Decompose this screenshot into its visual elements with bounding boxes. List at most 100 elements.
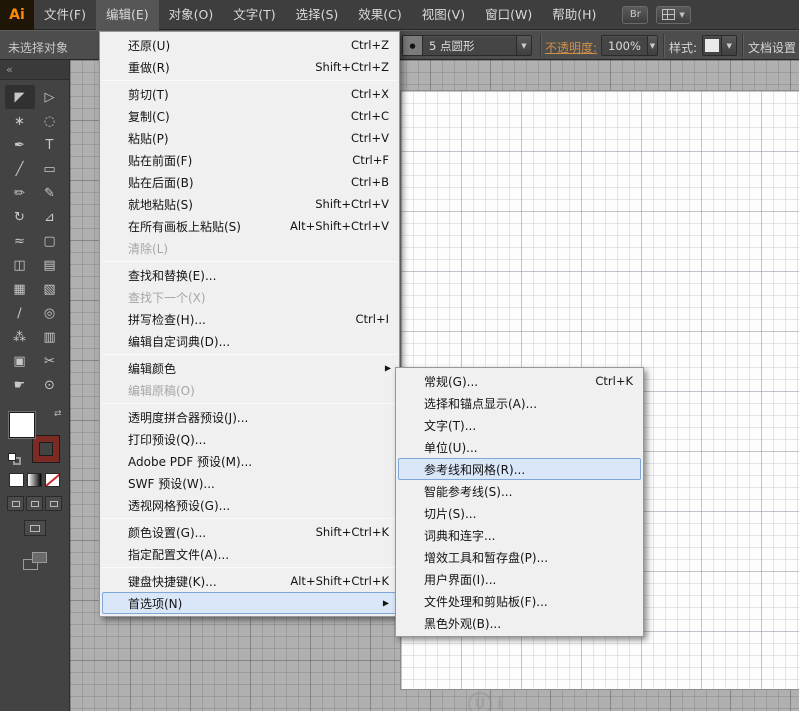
pref-type[interactable]: 文字(T)... bbox=[396, 414, 643, 436]
opacity-select[interactable]: 100% ▼ bbox=[601, 35, 658, 56]
none-button[interactable] bbox=[45, 473, 60, 487]
opacity-link[interactable]: 不透明度: bbox=[545, 39, 597, 56]
chevron-down-icon: ▼ bbox=[679, 11, 684, 19]
panel-collapse-button[interactable]: « bbox=[0, 60, 69, 80]
menubar-effect[interactable]: 效果(C) bbox=[348, 0, 411, 30]
menubar-select[interactable]: 选择(S) bbox=[286, 0, 349, 30]
pref-guides-grid[interactable]: 参考线和网格(R)... bbox=[398, 458, 641, 480]
menu-item-undo[interactable]: 还原(U)Ctrl+Z bbox=[100, 34, 399, 56]
type-tool[interactable]: T bbox=[35, 133, 65, 157]
pencil-tool[interactable]: ✎ bbox=[35, 181, 65, 205]
eyedropper-tool[interactable]: ∕ bbox=[5, 301, 35, 325]
menu-item-redo[interactable]: 重做(R)Shift+Ctrl+Z bbox=[100, 56, 399, 78]
menu-item-check-spelling[interactable]: 拼写检查(H)...Ctrl+I bbox=[100, 308, 399, 330]
change-screen-mode-icon[interactable] bbox=[23, 552, 47, 570]
brush-select[interactable]: ● 5 点圆形 ▼ bbox=[402, 35, 532, 56]
line-segment-tool[interactable]: ╱ bbox=[5, 157, 35, 181]
menu-item-keyboard-shortcuts[interactable]: 键盘快捷键(K)...Alt+Shift+Ctrl+K bbox=[100, 570, 399, 592]
symbol-sprayer-tool[interactable]: ⁂ bbox=[5, 325, 35, 349]
color-button[interactable] bbox=[9, 473, 24, 487]
opacity-value: 100% bbox=[602, 39, 647, 53]
free-transform-tool[interactable]: ▢ bbox=[35, 229, 65, 253]
menu-item-swf-presets[interactable]: SWF 预设(W)... bbox=[100, 472, 399, 494]
zoom-tool[interactable]: ⊙ bbox=[35, 373, 65, 397]
style-select[interactable]: ▼ bbox=[702, 35, 737, 56]
menubar-view[interactable]: 视图(V) bbox=[412, 0, 475, 30]
stroke-swatch[interactable] bbox=[33, 436, 59, 462]
column-graph-tool-icon: ▥ bbox=[43, 330, 55, 345]
menu-item-cut[interactable]: 剪切(T)Ctrl+X bbox=[100, 83, 399, 105]
perspective-grid-tool[interactable]: ▤ bbox=[35, 253, 65, 277]
direct-selection-tool[interactable]: ▷ bbox=[35, 85, 65, 109]
menu-item-find-and-replace[interactable]: 查找和替换(E)... bbox=[100, 264, 399, 286]
menubar-help[interactable]: 帮助(H) bbox=[542, 0, 606, 30]
menubar-edit[interactable]: 编辑(E) bbox=[96, 0, 159, 30]
menu-item-paste-on-all-artboards[interactable]: 在所有画板上粘贴(S)Alt+Shift+Ctrl+V bbox=[100, 215, 399, 237]
menu-item-color-settings[interactable]: 颜色设置(G)...Shift+Ctrl+K bbox=[100, 521, 399, 543]
artboard-tool[interactable]: ▣ bbox=[5, 349, 35, 373]
pref-units[interactable]: 单位(U)... bbox=[396, 436, 643, 458]
menu-item-paste-in-back[interactable]: 贴在后面(B)Ctrl+B bbox=[100, 171, 399, 193]
bridge-button[interactable]: Br bbox=[622, 6, 648, 24]
document-setup-button[interactable]: 文档设置 bbox=[748, 39, 799, 56]
menu-item-label: 透视网格预设(G)... bbox=[128, 497, 230, 514]
menu-item-edit-colors[interactable]: 编辑颜色▶ bbox=[100, 357, 399, 379]
menu-item-paste-in-place[interactable]: 就地粘贴(S)Shift+Ctrl+V bbox=[100, 193, 399, 215]
menu-item-copy[interactable]: 复制(C)Ctrl+C bbox=[100, 105, 399, 127]
magic-wand-tool[interactable]: ∗ bbox=[5, 109, 35, 133]
menubar-object[interactable]: 对象(O) bbox=[159, 0, 224, 30]
gradient-tool[interactable]: ▧ bbox=[35, 277, 65, 301]
pref-smart-guides[interactable]: 智能参考线(S)... bbox=[396, 480, 643, 502]
scale-tool[interactable]: ⊿ bbox=[35, 205, 65, 229]
pref-appearance-of-black[interactable]: 黑色外观(B)... bbox=[396, 612, 643, 634]
default-fill-icon[interactable] bbox=[8, 453, 16, 461]
slice-tool[interactable]: ✂ bbox=[35, 349, 65, 373]
menu-item-label: 键盘快捷键(K)... bbox=[128, 573, 217, 590]
menubar-type[interactable]: 文字(T) bbox=[223, 0, 285, 30]
mesh-tool[interactable]: ▦ bbox=[5, 277, 35, 301]
pref-dictionary-hyphenation[interactable]: 词典和连字... bbox=[396, 524, 643, 546]
hand-tool[interactable]: ☛ bbox=[5, 373, 35, 397]
rectangle-tool[interactable]: ▭ bbox=[35, 157, 65, 181]
menu-item-assign-profile[interactable]: 指定配置文件(A)... bbox=[100, 543, 399, 565]
pref-user-interface[interactable]: 用户界面(I)... bbox=[396, 568, 643, 590]
blend-tool[interactable]: ◎ bbox=[35, 301, 65, 325]
swap-fill-stroke-icon[interactable]: ⇄ bbox=[54, 409, 62, 419]
selection-tool[interactable]: ◤ bbox=[5, 85, 35, 109]
direct-selection-tool-icon: ▷ bbox=[45, 90, 55, 105]
lasso-tool[interactable]: ◌ bbox=[35, 109, 65, 133]
draw-inside-button[interactable] bbox=[45, 496, 62, 511]
menubar-file[interactable]: 文件(F) bbox=[34, 0, 96, 30]
pref-plugins-scratch-disks[interactable]: 增效工具和暂存盘(P)... bbox=[396, 546, 643, 568]
menu-item-transparency-flattener-presets[interactable]: 透明度拼合器预设(J)... bbox=[100, 406, 399, 428]
menu-item-adobe-pdf-presets[interactable]: Adobe PDF 预设(M)... bbox=[100, 450, 399, 472]
screen-mode-button[interactable] bbox=[24, 520, 46, 536]
gradient-button[interactable] bbox=[27, 473, 42, 487]
draw-behind-button[interactable] bbox=[26, 496, 43, 511]
menu-item-label: Adobe PDF 预设(M)... bbox=[128, 453, 252, 470]
menu-item-label: 查找下一个(X) bbox=[128, 289, 206, 306]
rotate-tool[interactable]: ↻ bbox=[5, 205, 35, 229]
menu-shortcut: Ctrl+V bbox=[329, 131, 389, 145]
menubar-window[interactable]: 窗口(W) bbox=[475, 0, 542, 30]
fill-swatch[interactable] bbox=[9, 412, 35, 438]
menu-item-edit-custom-dictionary[interactable]: 编辑自定词典(D)... bbox=[100, 330, 399, 352]
magic-wand-tool-icon: ∗ bbox=[14, 114, 25, 129]
pref-slices[interactable]: 切片(S)... bbox=[396, 502, 643, 524]
pen-tool[interactable]: ✒ bbox=[5, 133, 35, 157]
shape-builder-tool[interactable]: ◫ bbox=[5, 253, 35, 277]
pref-selection-anchor-display[interactable]: 选择和锚点显示(A)... bbox=[396, 392, 643, 414]
menu-item-paste[interactable]: 粘贴(P)Ctrl+V bbox=[100, 127, 399, 149]
menu-item-paste-in-front[interactable]: 贴在前面(F)Ctrl+F bbox=[100, 149, 399, 171]
menu-item-preferences[interactable]: 首选项(N)▶ bbox=[102, 592, 397, 614]
pref-general[interactable]: 常规(G)...Ctrl+K bbox=[396, 370, 643, 392]
menu-item-label: 文字(T)... bbox=[424, 417, 476, 434]
menu-item-perspective-grid-presets[interactable]: 透视网格预设(G)... bbox=[100, 494, 399, 516]
width-tool[interactable]: ≈ bbox=[5, 229, 35, 253]
menu-item-print-presets[interactable]: 打印预设(Q)... bbox=[100, 428, 399, 450]
pref-file-handling-clipboard[interactable]: 文件处理和剪贴板(F)... bbox=[396, 590, 643, 612]
workspace-switcher-button[interactable]: ▼ bbox=[656, 6, 690, 24]
column-graph-tool[interactable]: ▥ bbox=[35, 325, 65, 349]
draw-normal-button[interactable] bbox=[7, 496, 24, 511]
paintbrush-tool[interactable]: ✏ bbox=[5, 181, 35, 205]
